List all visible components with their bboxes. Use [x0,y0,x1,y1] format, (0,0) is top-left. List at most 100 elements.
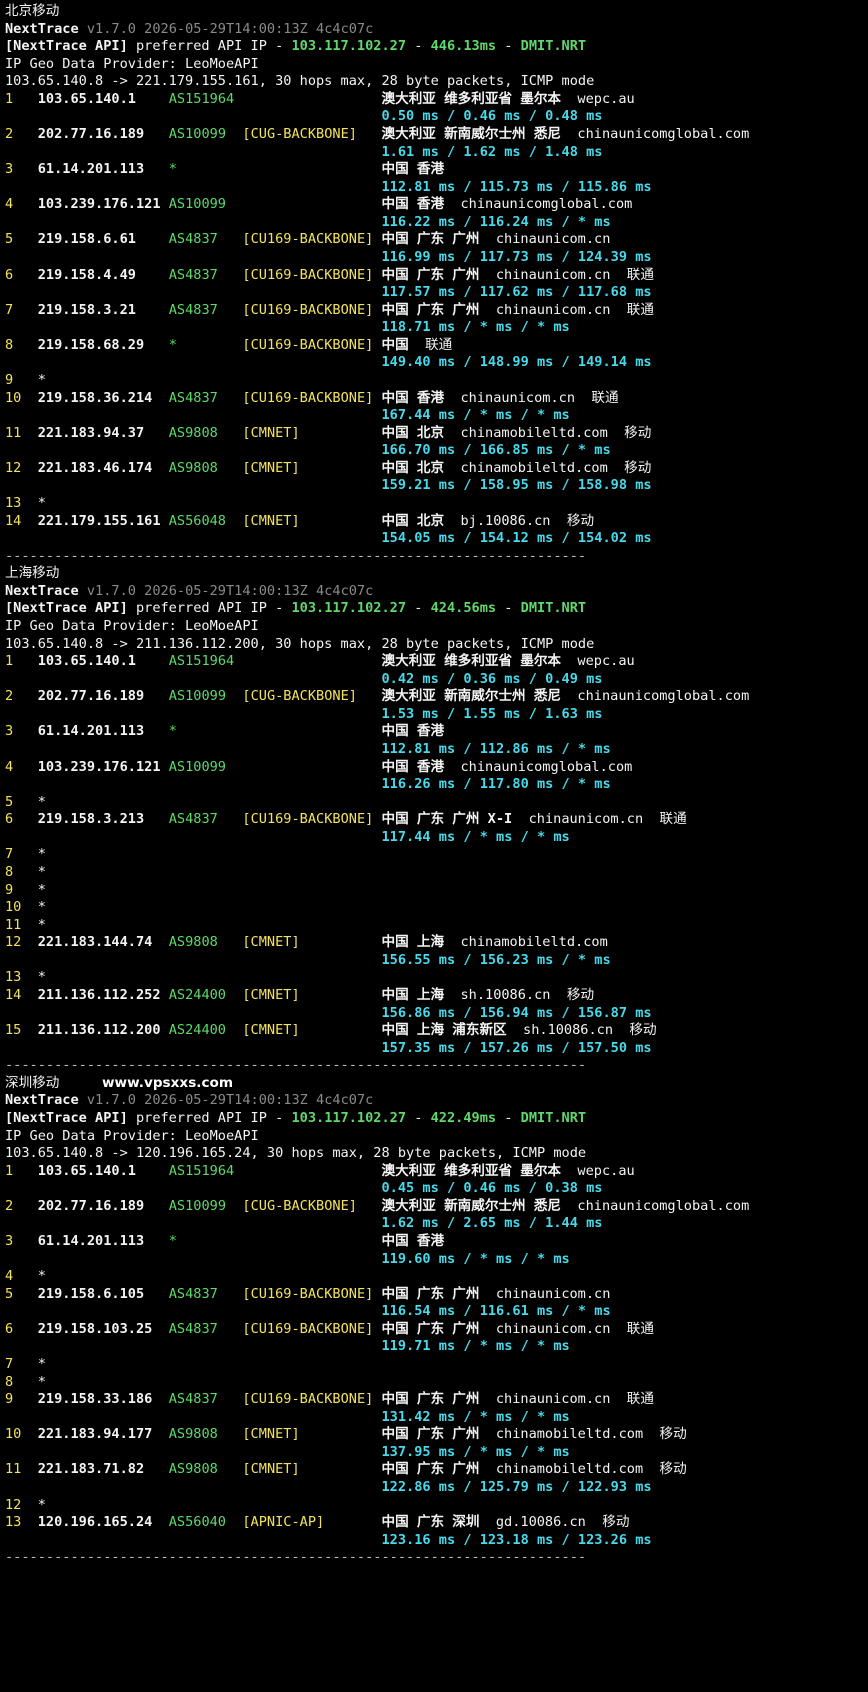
hop-asn: AS4837 [168,389,218,406]
hop-asn: * [168,723,177,740]
hop-row: 4 103.239.176.121 AS10099 中国 香港 chinauni… [5,195,632,214]
hop-rtt-line: 123.16 ms / 123.18 ms / 123.26 ms [5,1531,651,1550]
hop-rtt: 154.05 ms / 154.12 ms / 154.02 ms [381,530,652,547]
hop-row: 8 219.158.68.29 * [CU169-BACKBONE] 中国 联通 [5,336,452,355]
hop-asn: AS4837 [168,1285,218,1302]
hop-timeout: * [37,899,46,916]
hop-number: 14 [5,512,22,529]
hop-tag: [CUG-BACKBONE] [242,126,357,142]
trace-summary-line: 103.65.140.8 -> 221.179.155.161, 30 hops… [5,72,594,91]
hop-rtt: 0.42 ms / 0.36 ms / 0.49 ms [381,670,603,687]
hop-rtt-line: 1.53 ms / 1.55 ms / 1.63 ms [5,705,602,724]
hop-row: 3 61.14.201.113 * 中国 香港 [5,722,444,741]
hop-asn: AS4837 [168,811,218,828]
hop-number: 9 [5,1391,14,1407]
hop-geo: 澳大利亚 新南威尔士州 悉尼 [381,1197,562,1214]
hop-rtt: 157.35 ms / 157.26 ms / 157.50 ms [381,1039,652,1056]
api-line: [NextTrace API] preferred API IP - 103.1… [5,38,587,55]
hop-asn: AS4837 [168,1391,218,1407]
hop-number: 11 [5,1461,22,1478]
api-latency: 424.56ms [430,600,497,617]
api-ip: 103.117.102.27 [291,38,407,55]
hop-rtt: 156.55 ms / 156.23 ms / * ms [381,951,611,968]
hop-ip: 202.77.16.189 [37,688,145,705]
hop-rtt: 159.21 ms / 158.95 ms / 158.98 ms [381,477,652,494]
hop-domain: chinaunicom.cn [528,811,644,828]
api-label: [NextTrace API] [5,38,128,55]
hop-isp: 联通 [626,1320,654,1337]
hop-isp: 联通 [659,811,687,828]
hop-ip: 61.14.201.113 [37,1232,145,1249]
hop-row: 11 221.183.71.82 AS9808 [CMNET] 中国 广东 广州… [5,1460,687,1479]
hop-rtt-line: 166.70 ms / 166.85 ms / * ms [5,441,610,460]
hop-number: 1 [5,653,14,670]
section-title: 北京移动 [5,3,60,19]
hop-rtt-line: 0.45 ms / 0.46 ms / 0.38 ms [5,1179,602,1198]
hop-geo: 中国 广东 广州 [381,1391,480,1407]
hop-rtt-line: 149.40 ms / 148.99 ms / 149.14 ms [5,353,652,372]
hop-domain: sh.10086.cn [523,1022,614,1039]
hop-ip: 202.77.16.189 [37,1197,145,1214]
hop-number: 4 [5,1268,14,1284]
hop-rtt: 112.81 ms / 115.73 ms / 115.86 ms [381,178,652,195]
hop-domain: chinamobileltd.com [460,424,608,441]
hop-domain: chinaunicom.cn [495,1391,611,1407]
hop-ip: 211.136.112.252 [37,986,161,1003]
hop-rtt: 1.62 ms / 2.65 ms / 1.44 ms [381,1215,603,1232]
hop-domain: chinamobileltd.com [495,1461,644,1478]
hop-number: 5 [5,793,14,810]
hop-rtt-line: 159.21 ms / 158.95 ms / 158.98 ms [5,476,652,495]
hop-tag: [CU169-BACKBONE] [242,389,374,406]
hop-ip: 120.196.165.24 [37,1514,153,1530]
hop-geo: 中国 香港 [381,1232,445,1249]
hop-number: 1 [5,1162,14,1179]
hop-isp: 移动 [566,986,595,1003]
trace-summary-line: 103.65.140.8 -> 211.136.112.200, 30 hops… [5,635,594,654]
hop-ip: 219.158.33.186 [37,1391,153,1407]
api-node: DMIT.NRT [520,1109,587,1126]
trace-summary-line: 103.65.140.8 -> 120.196.165.24, 30 hops … [5,1144,586,1163]
terminal-window[interactable]: 北京移动 NextTrace v1.7.0 2026-05-29T14:00:13… [0,0,868,1692]
hop-rtt-line: 167.44 ms / * ms / * ms [5,406,569,425]
hop-ip: 219.158.36.214 [37,389,153,406]
hop-domain: chinaunicomglobal.com [577,1197,750,1214]
hop-rtt: 116.99 ms / 117.73 ms / 124.39 ms [381,249,652,265]
hop-rtt-line: 112.81 ms / 115.73 ms / 115.86 ms [5,178,652,197]
hop-rtt: 149.40 ms / 148.99 ms / 149.14 ms [381,354,652,371]
hop-isp: 联通 [425,336,453,353]
hop-row: 5 219.158.6.61 AS4837 [CU169-BACKBONE] 中… [5,230,610,249]
hop-rtt-line: 116.99 ms / 117.73 ms / 124.39 ms [5,248,652,267]
hop-tag: [CUG-BACKBONE] [242,688,357,705]
tool-name: NextTrace [5,582,79,599]
api-label: [NextTrace API] [5,600,128,617]
hop-geo: 中国 香港 [381,723,445,740]
hop-isp: 移动 [629,1022,657,1039]
hop-number: 10 [5,389,22,406]
hop-tag: [CMNET] [242,934,300,951]
hop-domain: chinaunicomglobal.com [460,196,633,213]
hop-rtt-line: 1.61 ms / 1.62 ms / 1.48 ms [5,143,602,162]
hop-row: 12 * [5,1496,46,1515]
hop-number: 10 [5,1426,22,1443]
hop-geo: 中国 香港 [381,161,445,178]
hop-row: 10 * [5,898,46,917]
hop-domain: chinaunicom.cn [495,266,611,283]
hop-number: 2 [5,126,14,142]
hop-domain: chinaunicomglobal.com [577,688,750,705]
hop-timeout: * [37,881,46,898]
hop-isp: 联通 [591,389,619,406]
hop-asn: AS10099 [168,1197,227,1214]
hop-number: 12 [5,1496,22,1513]
api-node: DMIT.NRT [520,38,587,55]
hop-ip: 103.239.176.121 [37,196,161,213]
hop-number: 13 [5,495,22,511]
hop-number: 15 [5,1022,22,1039]
hop-ip: 219.158.3.21 [37,301,136,318]
hop-number: 6 [5,811,14,828]
hop-row: 1 103.65.140.1 AS151964 澳大利亚 维多利亚省 墨尔本 w… [5,652,635,671]
hop-timeout: * [37,863,46,880]
hop-number: 11 [5,424,22,441]
hop-timeout: * [37,372,46,388]
hop-tag: [CU169-BACKBONE] [242,231,374,248]
hop-row: 13 120.196.165.24 AS56040 [APNIC-AP] 中国 … [5,1513,629,1532]
